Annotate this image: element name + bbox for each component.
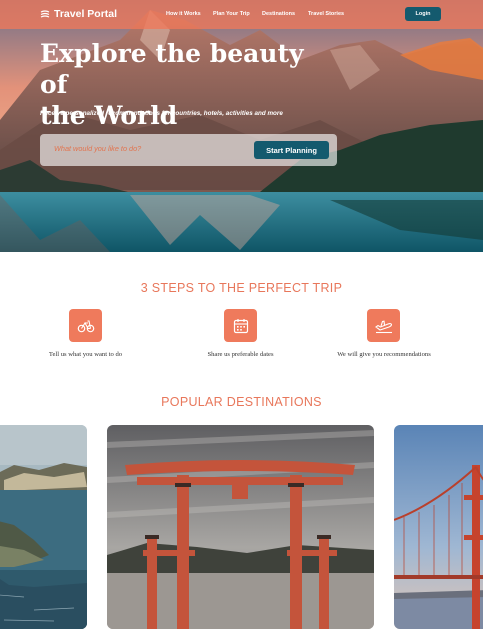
brand-name: Travel Portal xyxy=(54,8,118,20)
steps-section-title: 3 STEPS TO THE PERFECT TRIP xyxy=(140,281,343,295)
hero-subtitle: Receive personalized recommendations for… xyxy=(40,110,283,117)
search-input[interactable]: What would you like to do? xyxy=(54,144,141,153)
logo-icon xyxy=(40,10,50,18)
coastline-photo xyxy=(0,425,87,629)
nav-travel-stories[interactable]: Travel Stories xyxy=(308,11,344,17)
destination-card-bridge[interactable] xyxy=(394,425,483,629)
search-box: What would you like to do? Start Plannin… xyxy=(40,134,337,166)
nav-plan-your-trip[interactable]: Plan Your Trip xyxy=(213,11,250,17)
step-3-label: We will give you recommendations xyxy=(337,351,431,358)
nav-how-it-works[interactable]: How it Works xyxy=(166,11,201,17)
start-planning-button[interactable]: Start Planning xyxy=(254,141,329,159)
top-navigation-bar: Travel Portal How it Works Plan Your Tri… xyxy=(0,0,483,29)
step-1-label: Tell us what you want to do xyxy=(48,351,123,358)
torii-gate-photo xyxy=(107,425,374,629)
destinations-section-title: POPULAR DESTINATIONS xyxy=(161,395,322,409)
login-button[interactable]: Login xyxy=(405,7,441,21)
hero-title: Explore the beauty of the World xyxy=(40,38,330,131)
bicycle-icon xyxy=(77,319,94,332)
step-1-tile xyxy=(69,309,102,342)
step-2-label: Share us preferable dates xyxy=(207,351,274,358)
destination-card-coastline[interactable] xyxy=(0,425,87,629)
hero-title-line-1: Explore the beauty of xyxy=(40,39,304,99)
calendar-icon xyxy=(233,318,248,333)
brand-logo[interactable]: Travel Portal xyxy=(40,8,117,20)
step-3-tile xyxy=(367,309,400,342)
plane-icon xyxy=(374,320,392,333)
nav-destinations[interactable]: Destinations xyxy=(262,11,295,17)
step-2-tile xyxy=(224,309,257,342)
bridge-photo xyxy=(394,425,483,629)
hero-section: Travel Portal How it Works Plan Your Tri… xyxy=(0,0,483,252)
destination-card-torii[interactable] xyxy=(107,425,374,629)
